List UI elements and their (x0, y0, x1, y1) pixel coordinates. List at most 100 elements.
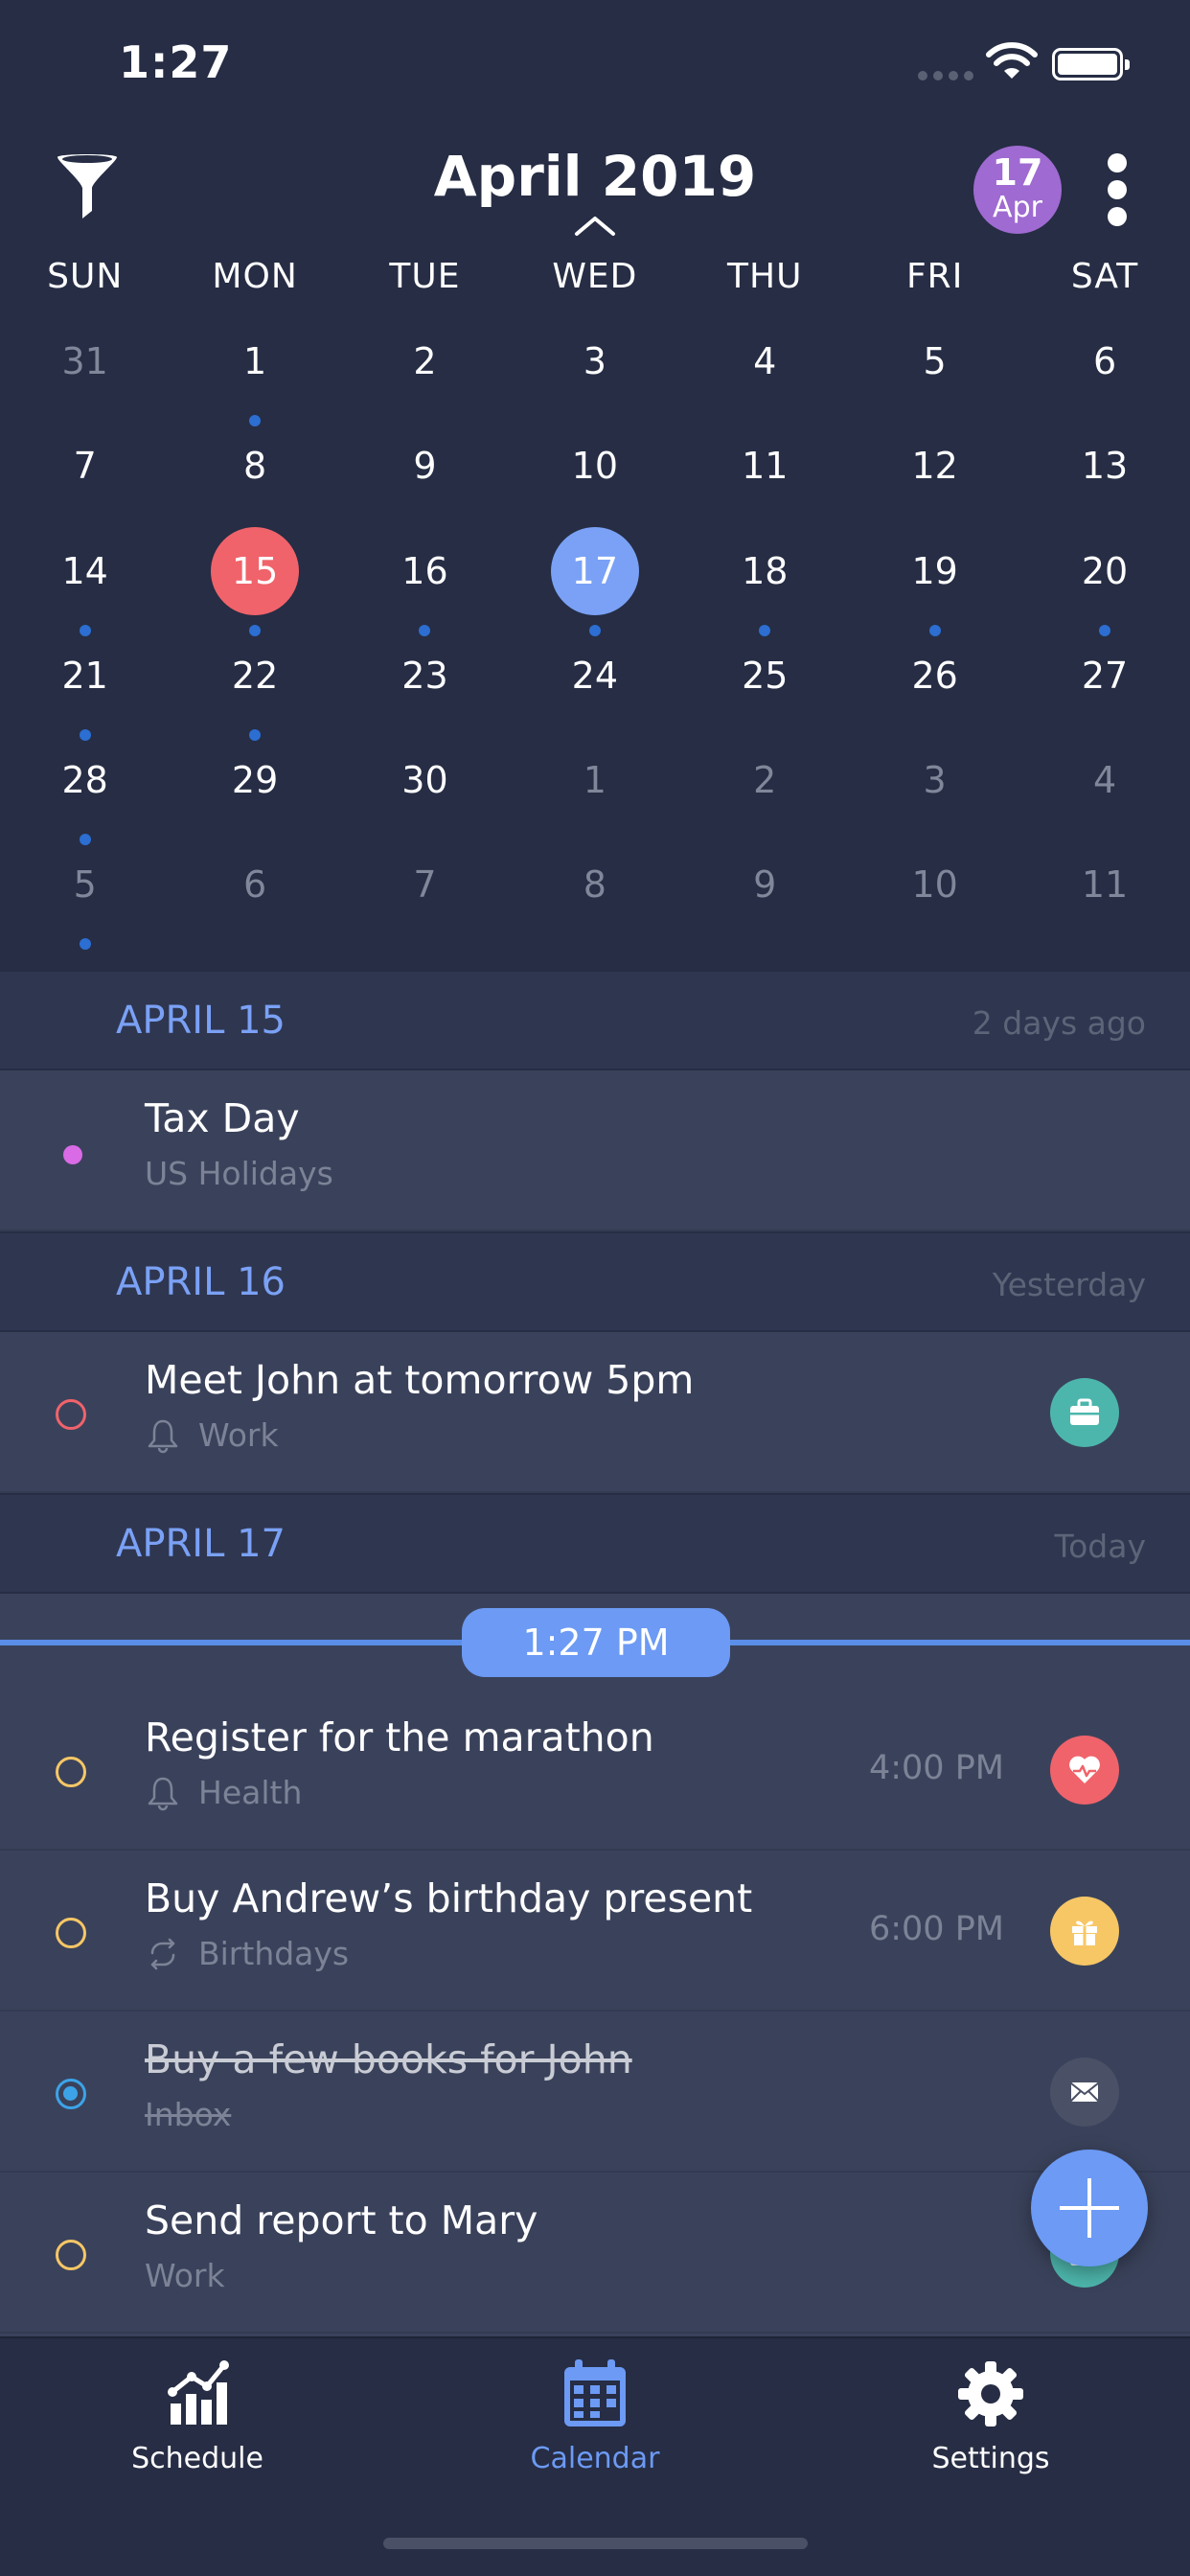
date-label: APRIL 15 (116, 999, 286, 1043)
calendar-day[interactable]: 28 (0, 732, 170, 846)
tab-settings[interactable]: Settings (876, 2356, 1106, 2475)
event-title: Meet John at tomorrow 5pm (145, 1357, 695, 1403)
today-button[interactable]: 17 Apr (973, 146, 1062, 234)
calendar-day[interactable]: 16 (340, 523, 510, 636)
relative-date: 2 days ago (972, 1004, 1146, 1042)
day-number: 25 (742, 654, 789, 697)
date-header-april-17: APRIL 17 Today (0, 1493, 1190, 1594)
calendar-day[interactable]: 13 (1019, 418, 1189, 522)
calendar-day[interactable]: 24 (510, 628, 679, 732)
home-indicator[interactable] (383, 2538, 808, 2549)
calendar-day[interactable]: 27 (1019, 628, 1189, 732)
bell-icon (148, 1419, 178, 1453)
weekday-label: SUN (47, 257, 124, 296)
task-checkbox[interactable] (56, 1918, 86, 1948)
day-number: 3 (583, 340, 606, 382)
day-number: 21 (61, 654, 108, 697)
tab-schedule[interactable]: Schedule (82, 2356, 312, 2475)
day-number: 7 (73, 445, 97, 488)
tab-label: Settings (931, 2442, 1050, 2475)
calendar-day-selected[interactable]: 15 (170, 523, 339, 636)
relative-date: Today (1054, 1528, 1146, 1565)
date-header-april-16: APRIL 16 Yesterday (0, 1231, 1190, 1332)
calendar-day[interactable]: 22 (170, 628, 339, 741)
calendar-day[interactable]: 26 (850, 628, 1019, 732)
date-label: APRIL 17 (116, 1522, 286, 1566)
day-number: 6 (1092, 340, 1117, 382)
day-number: 16 (401, 549, 448, 592)
calendar-day[interactable]: 19 (850, 523, 1019, 636)
task-checkbox[interactable] (56, 1757, 86, 1787)
date-label: APRIL 16 (116, 1260, 286, 1304)
calendar-day-today[interactable]: 17 (510, 523, 679, 636)
add-event-button[interactable] (1031, 2150, 1148, 2266)
day-number: 3 (923, 759, 947, 802)
calendar-day[interactable]: 9 (680, 837, 850, 941)
gear-icon (958, 2361, 1023, 2426)
day-number: 17 (550, 526, 639, 615)
event-item-tax-day[interactable]: Tax Day US Holidays (0, 1070, 1190, 1231)
day-number: 29 (231, 759, 279, 802)
calendar-day[interactable]: 1 (510, 732, 679, 837)
event-item-marathon[interactable]: Register for the marathon Health 4:00 PM (0, 1690, 1190, 1851)
calendar-color-dot (63, 1145, 82, 1164)
calendar-day[interactable]: 31 (0, 313, 170, 418)
day-number: 20 (1081, 549, 1129, 592)
calendar-day[interactable]: 4 (1019, 732, 1189, 837)
calendar-day[interactable]: 12 (850, 418, 1019, 522)
day-number: 10 (571, 445, 619, 488)
calendar-day[interactable]: 14 (0, 523, 170, 636)
calendar-day[interactable]: 5 (850, 313, 1019, 418)
day-number: 14 (61, 549, 108, 592)
tab-calendar[interactable]: Calendar (480, 2356, 710, 2475)
event-title: Tax Day (145, 1095, 300, 1141)
calendar-day[interactable]: 6 (170, 837, 339, 941)
event-item-meet-john[interactable]: Meet John at tomorrow 5pm Work (0, 1332, 1190, 1493)
task-checkbox-checked[interactable] (56, 2079, 86, 2109)
calendar-day[interactable]: 21 (0, 628, 170, 741)
calendar-day[interactable]: 2 (680, 732, 850, 837)
calendar-day[interactable]: 30 (340, 732, 510, 837)
day-number: 13 (1081, 445, 1129, 488)
day-number: 27 (1081, 654, 1129, 697)
event-item-birthday[interactable]: Buy Andrew’s birthday present Birthdays … (0, 1851, 1190, 2012)
task-checkbox[interactable] (56, 1399, 86, 1430)
day-number: 10 (911, 863, 958, 907)
day-number: 22 (231, 654, 279, 697)
calendar-day[interactable]: 1 (170, 313, 339, 426)
calendar-day[interactable]: 7 (340, 837, 510, 941)
event-list-name: Inbox (145, 2096, 232, 2133)
calendar-day[interactable]: 9 (340, 418, 510, 522)
calendar-day[interactable]: 20 (1019, 523, 1189, 636)
today-badge-day: 17 (992, 151, 1043, 194)
calendar-day[interactable]: 18 (680, 523, 850, 636)
calendar-day[interactable]: 10 (850, 837, 1019, 941)
more-options-icon[interactable] (1108, 153, 1127, 226)
calendar-day[interactable]: 8 (510, 837, 679, 941)
calendar-day[interactable]: 2 (340, 313, 510, 418)
task-checkbox[interactable] (56, 2240, 86, 2270)
day-number: 2 (753, 759, 777, 802)
calendar-day[interactable]: 5 (0, 837, 170, 951)
calendar-day[interactable]: 11 (680, 418, 850, 522)
calendar-day[interactable]: 11 (1019, 837, 1189, 941)
calendar-day[interactable]: 25 (680, 628, 850, 732)
calendar-day[interactable]: 6 (1019, 313, 1189, 418)
day-number: 5 (923, 340, 947, 382)
calendar-day[interactable]: 23 (340, 628, 510, 732)
calendar-day[interactable]: 7 (0, 418, 170, 522)
date-header-april-15: APRIL 15 2 days ago (0, 970, 1190, 1070)
chevron-up-icon[interactable] (573, 213, 617, 238)
event-item-report[interactable]: Send report to Mary Work (0, 2173, 1190, 2334)
calendar-day[interactable]: 4 (680, 313, 850, 418)
calendar-day[interactable]: 29 (170, 732, 339, 837)
event-item-books[interactable]: Buy a few books for John Inbox (0, 2012, 1190, 2173)
calendar-day[interactable]: 3 (510, 313, 679, 418)
calendar-day[interactable]: 8 (170, 418, 339, 522)
calendar-day[interactable]: 3 (850, 732, 1019, 837)
event-title: Register for the marathon (145, 1714, 654, 1760)
calendar-day[interactable]: 10 (510, 418, 679, 522)
day-number: 11 (742, 445, 789, 488)
day-number: 11 (1081, 863, 1129, 907)
day-number: 18 (742, 549, 789, 592)
